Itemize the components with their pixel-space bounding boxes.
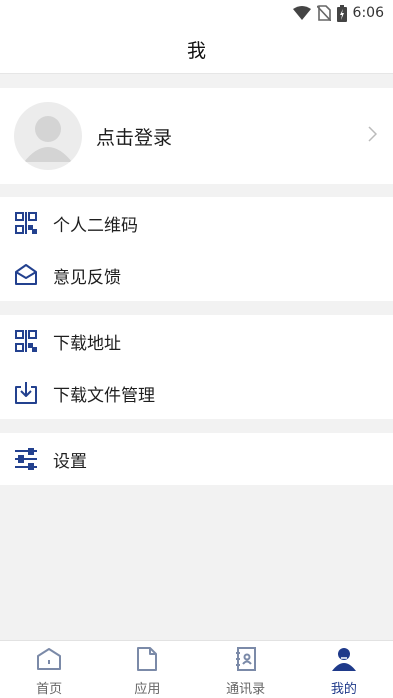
page-title: 我 bbox=[186, 40, 206, 62]
menu-item-label: 个人二维码 bbox=[53, 215, 138, 236]
tab-me[interactable]: 我的 bbox=[295, 641, 393, 698]
tab-label: 应用 bbox=[134, 682, 161, 697]
tab-label: 首页 bbox=[36, 682, 63, 697]
tab-apps[interactable]: 应用 bbox=[98, 641, 196, 698]
menu-item-label: 下载地址 bbox=[53, 333, 121, 354]
tab-label: 通讯录 bbox=[226, 682, 266, 697]
chevron-right-icon bbox=[368, 126, 378, 146]
qr-code-icon bbox=[14, 211, 38, 235]
bottom-tab-bar: 首页 应用 通讯录 我的 bbox=[0, 640, 393, 698]
download-tray-icon bbox=[14, 381, 38, 405]
battery-charging-icon bbox=[336, 4, 347, 22]
menu-group-1: 个人二维码 意见反馈 bbox=[0, 197, 393, 301]
menu-item-download-address[interactable]: 下载地址 bbox=[0, 315, 393, 367]
clock-time: 6:06 bbox=[352, 5, 384, 21]
tab-contacts[interactable]: 通讯录 bbox=[197, 641, 295, 698]
qr-code-icon bbox=[14, 329, 38, 353]
page-header: 我 bbox=[0, 26, 393, 74]
menu-item-label: 下载文件管理 bbox=[53, 385, 155, 406]
person-icon bbox=[331, 647, 357, 675]
menu-group-2: 下载地址 下载文件管理 bbox=[0, 315, 393, 419]
menu-group-3: 设置 bbox=[0, 433, 393, 485]
no-sim-icon bbox=[316, 5, 331, 21]
envelope-open-icon bbox=[14, 263, 38, 287]
sliders-icon bbox=[14, 447, 38, 471]
contacts-book-icon bbox=[235, 647, 257, 675]
menu-item-label: 设置 bbox=[53, 451, 87, 472]
login-card[interactable]: 点击登录 bbox=[0, 88, 393, 184]
menu-item-feedback[interactable]: 意见反馈 bbox=[0, 249, 393, 301]
menu-item-label: 意见反馈 bbox=[53, 267, 121, 288]
tab-label: 我的 bbox=[330, 682, 357, 697]
wifi-icon bbox=[292, 6, 311, 20]
menu-item-settings[interactable]: 设置 bbox=[0, 433, 393, 485]
home-icon bbox=[36, 647, 62, 675]
default-avatar-icon bbox=[14, 102, 82, 170]
menu-item-personal-qr[interactable]: 个人二维码 bbox=[0, 197, 393, 249]
login-label: 点击登录 bbox=[96, 126, 173, 149]
menu-item-download-manager[interactable]: 下载文件管理 bbox=[0, 367, 393, 419]
tab-home[interactable]: 首页 bbox=[0, 641, 98, 698]
document-icon bbox=[136, 647, 158, 675]
status-bar: 6:06 bbox=[0, 0, 393, 26]
